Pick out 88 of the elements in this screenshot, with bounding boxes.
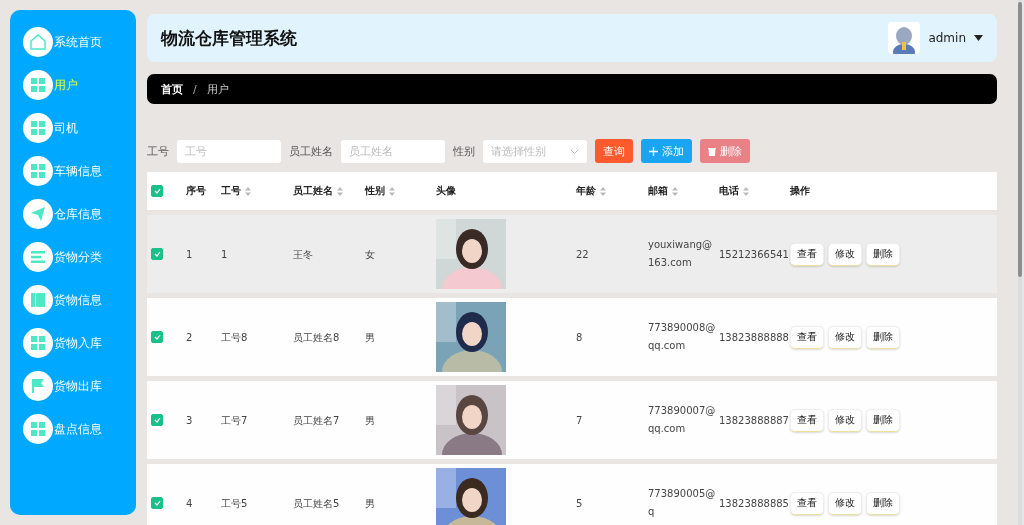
grid-icon	[30, 163, 46, 179]
row-checkbox[interactable]	[151, 248, 163, 260]
table-cell-text: 13823888888	[719, 330, 790, 345]
user-menu[interactable]: admin	[888, 22, 983, 54]
check-icon	[153, 417, 161, 423]
row-action-button[interactable]: 查看	[790, 325, 824, 349]
row-action-button[interactable]: 查看	[790, 408, 824, 432]
row-action-button[interactable]: 删除	[866, 491, 900, 515]
breadcrumb-item[interactable]: 首页	[161, 81, 183, 97]
table-cell-text: 王冬	[293, 247, 314, 262]
table-cell-text: 13823888885	[719, 496, 790, 511]
check-icon	[153, 500, 161, 506]
row-checkbox[interactable]	[151, 497, 163, 509]
select-all-checkbox[interactable]	[151, 185, 163, 197]
list-icon	[30, 250, 46, 264]
filter-label: 员工姓名	[289, 143, 333, 159]
table-cell-text: 工号7	[221, 413, 249, 428]
column-header[interactable]: 电话	[719, 184, 790, 198]
table-cell-text: 5	[576, 496, 584, 511]
table-cell-text: 员工姓名5	[293, 496, 341, 511]
column-header[interactable]: 邮箱	[648, 184, 719, 198]
sort-icon[interactable]	[743, 186, 749, 196]
row-action-button[interactable]: 修改	[828, 242, 862, 266]
table-cell-text: 773890007@qq.com	[648, 404, 716, 436]
sort-icon[interactable]	[600, 186, 606, 196]
table-cell-text: 773890008@qq.com	[648, 321, 716, 353]
sort-icon[interactable]	[337, 186, 343, 196]
column-header: 序号	[186, 184, 207, 198]
sort-icon[interactable]	[672, 186, 678, 196]
row-action-button[interactable]: 删除	[866, 325, 900, 349]
grid-icon	[30, 421, 46, 437]
row-action-button[interactable]: 修改	[828, 325, 862, 349]
table-cell-text: 男	[365, 330, 376, 345]
column-header: 头像	[436, 184, 457, 198]
column-header: 操作	[790, 184, 811, 198]
table-cell-text: youxiwang@163.com	[648, 238, 714, 270]
chevron-down-icon	[570, 148, 579, 155]
table-cell-text: 15212366541	[719, 247, 790, 262]
table-cell-text: 女	[365, 247, 376, 262]
table-cell-text: 3	[186, 413, 194, 428]
table-cell-text: 7	[576, 413, 584, 428]
column-header[interactable]: 工号	[221, 184, 293, 198]
check-icon	[153, 334, 161, 340]
filter-label: 性别	[453, 143, 475, 159]
column-header[interactable]: 员工姓名	[293, 184, 365, 198]
table-cell-text: 男	[365, 496, 376, 511]
row-action-button[interactable]: 查看	[790, 491, 824, 515]
table-cell-text: 员工姓名7	[293, 413, 341, 428]
row-action-button[interactable]: 删除	[866, 242, 900, 266]
sort-icon[interactable]	[245, 186, 251, 196]
table-cell-text: 22	[576, 247, 590, 262]
row-action-button[interactable]: 删除	[866, 408, 900, 432]
grid-icon	[30, 120, 46, 136]
trash-icon	[708, 146, 716, 156]
breadcrumb-item: 用户	[206, 81, 229, 97]
row-action-button[interactable]: 修改	[828, 491, 862, 515]
paper-plane-icon	[30, 206, 46, 222]
row-action-button[interactable]: 查看	[790, 242, 824, 266]
flag-icon	[30, 378, 46, 394]
table-cell-text: 773890005@q	[648, 487, 716, 519]
table-cell-text: 工号5	[221, 496, 249, 511]
table-cell-text: 2	[186, 330, 194, 345]
table-cell-text: 1	[221, 247, 229, 262]
sort-icon[interactable]	[389, 186, 395, 196]
table-cell-text: 员工姓名8	[293, 330, 341, 345]
table-cell-text: 13823888887	[719, 413, 790, 428]
app-title: 物流仓库管理系统	[161, 26, 297, 50]
row-action-button[interactable]: 修改	[828, 408, 862, 432]
grid-icon	[30, 77, 46, 93]
caret-icon	[974, 35, 983, 41]
table-cell-text: 4	[186, 496, 194, 511]
row-checkbox[interactable]	[151, 331, 163, 343]
plus-icon	[649, 146, 658, 156]
check-icon	[153, 188, 161, 194]
breadcrumb-separator: /	[193, 82, 197, 96]
grid-icon	[30, 335, 46, 351]
row-checkbox[interactable]	[151, 414, 163, 426]
home-icon	[29, 33, 47, 51]
scrollbar[interactable]	[1018, 0, 1022, 525]
table-cell-text: 8	[576, 330, 584, 345]
column-header[interactable]: 性别	[365, 184, 436, 198]
table-cell-text: 工号8	[221, 330, 249, 345]
column-header[interactable]: 年龄	[576, 184, 648, 198]
filter-label: 工号	[147, 143, 169, 159]
book-icon	[30, 292, 46, 308]
check-icon	[153, 251, 161, 257]
table-cell-text: 男	[365, 413, 376, 428]
table-cell-text: 1	[186, 247, 194, 262]
